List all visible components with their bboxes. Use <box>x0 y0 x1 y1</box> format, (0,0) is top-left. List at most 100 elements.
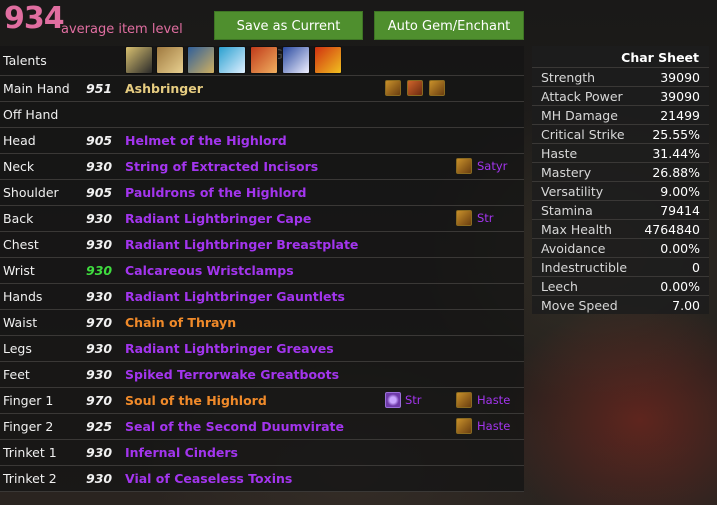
stat-name: Move Speed <box>541 298 618 313</box>
enchant-label[interactable]: Str <box>477 211 494 225</box>
item-level: 930 <box>86 211 113 226</box>
item-level: 970 <box>86 315 113 330</box>
gear-row-feet[interactable]: Feet 930 Spiked Terrorwake Greatboots <box>0 362 524 388</box>
gear-row-hands[interactable]: Hands 930 Radiant Lightbringer Gauntlets <box>0 284 524 310</box>
gear-row-shoulder[interactable]: Shoulder 905 Pauldrons of the Highlord <box>0 180 524 206</box>
talent-7-icon[interactable] <box>314 46 342 74</box>
item-name-link[interactable]: Radiant Lightbringer Cape <box>125 211 311 226</box>
item-name-link[interactable]: Ashbringer <box>125 81 203 96</box>
enchant-label[interactable]: Satyr <box>477 159 507 173</box>
slot-label: Finger 2 <box>3 419 54 434</box>
item-name-link[interactable]: Calcareous Wristclamps <box>125 263 294 278</box>
stat-value: 0.00% <box>660 241 700 256</box>
gear-row-main-hand[interactable]: Main Hand 951 Ashbringer <box>0 76 524 102</box>
talent-2-icon[interactable] <box>156 46 184 74</box>
stat-name: Mastery <box>541 165 592 180</box>
stat-value: 21499 <box>660 108 700 123</box>
enchant-scroll-icon[interactable] <box>456 392 472 408</box>
item-name-link[interactable]: String of Extracted Incisors <box>125 159 318 174</box>
slot-label: Head <box>3 133 36 148</box>
stat-row-critical-strike: Critical Strike 25.55% <box>532 124 709 144</box>
gem-label[interactable]: Str <box>405 393 422 407</box>
item-level: 930 <box>86 367 113 382</box>
average-item-level-label: average item level <box>61 22 183 37</box>
stat-row-haste: Haste 31.44% <box>532 143 709 163</box>
item-name-link[interactable]: Radiant Lightbringer Gauntlets <box>125 289 345 304</box>
stat-name: Strength <box>541 70 596 85</box>
gear-row-head[interactable]: Head 905 Helmet of the Highlord <box>0 128 524 154</box>
item-level: 905 <box>86 133 113 148</box>
gear-row-chest[interactable]: Chest 930 Radiant Lightbringer Breastpla… <box>0 232 524 258</box>
enchant-scroll-icon[interactable] <box>456 158 472 174</box>
gear-table: Talents Main Hand 951 Ashbringer Off Han… <box>0 46 524 492</box>
slot-label: Neck <box>3 159 35 174</box>
gear-row-back[interactable]: Back 930 Radiant Lightbringer Cape Str <box>0 206 524 232</box>
slot-label: Chest <box>3 237 39 252</box>
stat-row-versatility: Versatility 9.00% <box>532 181 709 201</box>
gear-row-waist[interactable]: Waist 970 Chain of Thrayn <box>0 310 524 336</box>
gear-row-trinket-1[interactable]: Trinket 1 930 Infernal Cinders <box>0 440 524 466</box>
stat-value: 0 <box>692 260 700 275</box>
talent-1-icon[interactable] <box>125 46 153 74</box>
gear-row-wrist[interactable]: Wrist 930 Calcareous Wristclamps <box>0 258 524 284</box>
gear-row-finger-2[interactable]: Finger 2 925 Seal of the Second Duumvira… <box>0 414 524 440</box>
item-name-link[interactable]: Pauldrons of the Highlord <box>125 185 307 200</box>
enchant-label[interactable]: Haste <box>477 419 510 433</box>
gear-row-trinket-2[interactable]: Trinket 2 930 Vial of Ceaseless Toxins <box>0 466 524 492</box>
gear-row-neck[interactable]: Neck 930 String of Extracted Incisors Sa… <box>0 154 524 180</box>
item-name-link[interactable]: Helmet of the Highlord <box>125 133 287 148</box>
stat-name: MH Damage <box>541 108 618 123</box>
stat-row-avoidance: Avoidance 0.00% <box>532 238 709 258</box>
stat-value: 4764840 <box>644 222 700 237</box>
gem-icon[interactable] <box>385 392 401 408</box>
relic-holy-icon[interactable] <box>385 80 401 96</box>
stat-value: 26.88% <box>652 165 700 180</box>
item-name-link[interactable]: Radiant Lightbringer Breastplate <box>125 237 358 252</box>
stat-name: Critical Strike <box>541 127 625 142</box>
stat-value: 39090 <box>660 70 700 85</box>
item-name-link[interactable]: Radiant Lightbringer Greaves <box>125 341 334 356</box>
item-level: 951 <box>86 81 113 96</box>
relic-holy-icon[interactable] <box>429 80 445 96</box>
relic-fire-icon[interactable] <box>407 80 423 96</box>
stat-value: 25.55% <box>652 127 700 142</box>
stat-row-mh-damage: MH Damage 21499 <box>532 105 709 125</box>
item-name-link[interactable]: Chain of Thrayn <box>125 315 236 330</box>
slot-label: Trinket 2 <box>3 471 57 486</box>
talent-5-icon[interactable] <box>250 46 278 74</box>
talent-6-icon[interactable] <box>282 46 310 74</box>
slot-label: Waist <box>3 315 38 330</box>
item-name-link[interactable]: Infernal Cinders <box>125 445 238 460</box>
item-level: 930 <box>86 159 113 174</box>
stat-value: 39090 <box>660 89 700 104</box>
enchant-scroll-icon[interactable] <box>456 418 472 434</box>
slot-label: Back <box>3 211 34 226</box>
item-level: 925 <box>86 419 113 434</box>
enchant-label[interactable]: Haste <box>477 393 510 407</box>
item-name-link[interactable]: Soul of the Highlord <box>125 393 267 408</box>
stat-row-indestructible: Indestructible 0 <box>532 257 709 277</box>
stat-name: Indestructible <box>541 260 628 275</box>
gear-row-off-hand[interactable]: Off Hand <box>0 102 524 128</box>
stat-row-attack-power: Attack Power 39090 <box>532 86 709 106</box>
stat-row-max-health: Max Health 4764840 <box>532 219 709 239</box>
slot-label: Hands <box>3 289 43 304</box>
save-as-current-gear-button[interactable]: Save as Current Gear <box>214 11 363 63</box>
slot-label: Trinket 1 <box>3 445 57 460</box>
slot-label: Finger 1 <box>3 393 54 408</box>
enchant-scroll-icon[interactable] <box>456 210 472 226</box>
item-level: 930 <box>86 237 113 252</box>
auto-gem-enchant-button[interactable]: Auto Gem/Enchant <box>374 11 524 40</box>
stat-row-move-speed: Move Speed 7.00 <box>532 295 709 315</box>
gear-row-legs[interactable]: Legs 930 Radiant Lightbringer Greaves <box>0 336 524 362</box>
stat-row-leech: Leech 0.00% <box>532 276 709 296</box>
talent-4-icon[interactable] <box>218 46 246 74</box>
talents-label: Talents <box>3 53 47 68</box>
gear-row-finger-1[interactable]: Finger 1 970 Soul of the Highlord Str Ha… <box>0 388 524 414</box>
item-name-link[interactable]: Vial of Ceaseless Toxins <box>125 471 292 486</box>
talents-row: Talents <box>0 46 524 76</box>
header: 934 average item level Save as Current G… <box>0 0 717 63</box>
item-name-link[interactable]: Spiked Terrorwake Greatboots <box>125 367 339 382</box>
item-name-link[interactable]: Seal of the Second Duumvirate <box>125 419 344 434</box>
talent-3-icon[interactable] <box>187 46 215 74</box>
